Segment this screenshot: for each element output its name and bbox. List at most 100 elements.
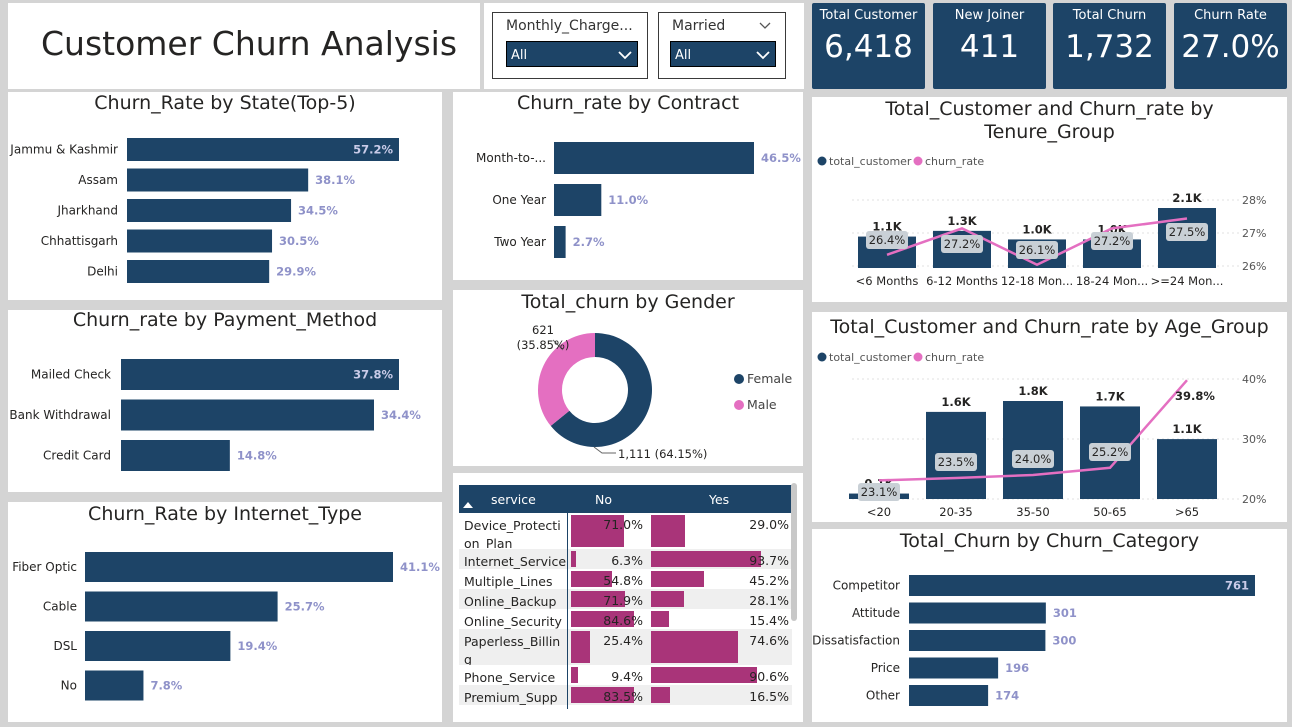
bar	[554, 142, 754, 174]
kpi-value: 27.0%	[1181, 29, 1280, 65]
kpi-value: 6,418	[824, 29, 913, 65]
bar-data-label: 14.8%	[237, 449, 277, 463]
legend-label: total_customer	[829, 155, 912, 168]
bar-data-label: 301	[1053, 606, 1077, 620]
married-slicer[interactable]: Married All	[658, 12, 786, 79]
yes-value: 15.4%	[749, 613, 789, 628]
bar-category-label: DSL	[53, 639, 77, 653]
bar-data-label: 19.4%	[237, 639, 277, 653]
chevron-down-icon	[756, 51, 770, 60]
legend-label: churn_rate	[925, 351, 984, 364]
bar-data-label: 30.5%	[279, 234, 319, 248]
yes-data-bar	[651, 611, 670, 627]
bar-category-label: No	[61, 679, 77, 693]
service-table-card: service No Yes Device_Protecti on_Plan 71…	[453, 473, 803, 722]
table-row[interactable]: Phone_Service 9.4% 90.6%	[459, 665, 792, 685]
table-row[interactable]: Online_Security 84.6% 15.4%	[459, 609, 792, 629]
legend-marker	[913, 352, 923, 362]
bar-data-label: 174	[995, 689, 1019, 703]
yes-value: 16.5%	[749, 689, 789, 704]
bar-data-label: 1.3K	[947, 214, 977, 228]
table-row[interactable]: Premium_Supp 83.5% 16.5%	[459, 685, 792, 705]
bar	[909, 602, 1046, 624]
line-data-label: 39.8%	[1175, 389, 1215, 403]
column-header-no[interactable]: No	[595, 492, 612, 507]
bar-category-label: Fiber Optic	[12, 560, 77, 574]
line-data-label: 26.4%	[869, 233, 906, 247]
y2-tick-label: 26%	[1242, 260, 1266, 273]
bar-category-label: Dissatisfaction	[812, 634, 900, 648]
line-data-label: 27.2%	[1094, 234, 1131, 248]
yes-value: 45.2%	[749, 573, 789, 588]
vertical-scrollbar[interactable]	[791, 483, 797, 621]
line-data-label: 24.0%	[1015, 452, 1052, 466]
x-tick-label: 50-65	[1093, 505, 1126, 519]
bar	[909, 685, 989, 706]
contract-chart-card: Churn_rate by Contract Month-to-... 46.5%…	[453, 92, 803, 280]
monthly-charge-slicer[interactable]: Monthly_Charge... All	[492, 12, 648, 79]
table-row[interactable]: Online_Backup 71.9% 28.1%	[459, 589, 792, 609]
bar-category-label: Assam	[78, 173, 118, 187]
kpi-total-churn: Total Churn 1,732	[1053, 3, 1166, 89]
no-value: 84.6%	[603, 613, 643, 628]
bar-data-label: 34.4%	[381, 408, 421, 422]
kpi-label: Churn Rate	[1194, 8, 1267, 23]
yes-data-bar	[651, 515, 685, 547]
tenure-chart-card: Total_Customer and Churn_rate by Tenure_…	[812, 97, 1287, 302]
table-row[interactable]: Internet_Service 6.3% 93.7%	[459, 549, 792, 569]
bar	[909, 575, 1255, 596]
married-value: All	[675, 48, 692, 63]
yes-value: 93.7%	[749, 553, 789, 568]
kpi-value: 1,732	[1065, 29, 1154, 65]
bar-data-label: 34.5%	[298, 204, 338, 218]
line-data-label: 23.1%	[861, 485, 898, 499]
married-dropdown[interactable]: All	[670, 41, 776, 67]
chevron-down-icon[interactable]	[759, 22, 771, 30]
legend-label: Female	[747, 371, 793, 386]
page-title: Customer Churn Analysis	[41, 24, 458, 63]
kpi-label: New Joiner	[954, 8, 1025, 23]
line-data-label: 23.5%	[938, 455, 975, 469]
sort-ascending-icon[interactable]	[463, 502, 473, 508]
legend-label: Male	[747, 397, 777, 412]
chevron-down-icon	[618, 51, 632, 60]
bar	[85, 591, 278, 622]
x-tick-label: >=24 Mon...	[1151, 274, 1224, 288]
line-data-label: 25.2%	[1092, 445, 1129, 459]
legend-marker	[817, 352, 827, 362]
kpi-churn-rate: Churn Rate 27.0%	[1174, 3, 1287, 89]
no-value: 25.4%	[603, 633, 643, 648]
table-row[interactable]: Device_Protecti on_Plan 71.0% 29.0%	[459, 513, 792, 551]
state-chart-card: Churn_Rate by State(Top-5) Jammu & Kashm…	[8, 92, 442, 300]
bar-data-label: 1.7K	[1095, 389, 1125, 403]
service-name: Device_Protecti on_Plan	[464, 518, 561, 551]
bar-category-label: Cable	[43, 600, 77, 614]
y2-tick-label: 40%	[1242, 373, 1266, 386]
bar-data-label: 1.6K	[941, 395, 971, 409]
bar-data-label: 38.1%	[315, 173, 355, 187]
bar-category-label: Chhattisgarh	[41, 234, 118, 248]
payment-chart: Mailed Check 37.8% Bank Withdrawal 34.4% Cre…	[9, 359, 421, 471]
legend-marker	[734, 400, 744, 410]
column-header-service[interactable]: service	[491, 492, 536, 507]
monthly-charge-dropdown[interactable]: All	[506, 41, 638, 67]
monthly-charge-slicer-label: Monthly_Charge...	[506, 18, 633, 34]
bar-category-label: Bank Withdrawal	[9, 408, 111, 422]
table-row[interactable]: Paperless_Billin g 25.4% 74.6%	[459, 629, 792, 667]
bar-data-label: 57.2%	[353, 143, 393, 157]
age-chart: total_customerchurn_rate40%30%20%0.1K<20…	[817, 351, 1266, 519]
kpi-new-joiner: New Joiner 411	[933, 3, 1046, 89]
bar	[85, 670, 144, 701]
x-tick-label: 18-24 Mon...	[1076, 274, 1148, 288]
x-tick-label: 20-35	[939, 505, 972, 519]
bar-category-label: Delhi	[87, 265, 118, 279]
x-tick-label: >65	[1175, 505, 1199, 519]
yes-value: 74.6%	[749, 633, 789, 648]
bar-data-label: 1.0K	[1022, 222, 1052, 236]
bar	[554, 184, 602, 216]
x-tick-label: 35-50	[1016, 505, 1049, 519]
column-header-yes[interactable]: Yes	[709, 492, 729, 507]
yes-data-bar	[651, 687, 671, 703]
table-row[interactable]: Multiple_Lines 54.8% 45.2%	[459, 569, 792, 589]
legend-marker	[913, 156, 923, 166]
